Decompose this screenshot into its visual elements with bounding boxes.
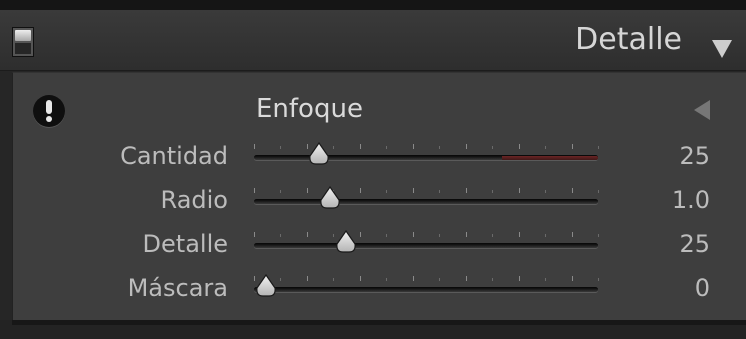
slider-value[interactable]: 0 xyxy=(695,266,710,310)
slider-label: Cantidad xyxy=(120,142,228,170)
slider-track[interactable] xyxy=(254,155,598,160)
slider-value[interactable]: 25 xyxy=(679,222,710,266)
slider-thumb[interactable] xyxy=(319,186,341,210)
triangle-down-icon[interactable] xyxy=(712,40,732,58)
slider-label: Detalle xyxy=(142,230,228,258)
slider-row-radio: Radio 1.0 xyxy=(0,178,746,222)
slider-ticks xyxy=(254,232,599,238)
slider-ticks xyxy=(254,276,599,282)
panel-bottom xyxy=(0,320,746,339)
panel-title[interactable]: Detalle xyxy=(575,22,682,57)
slider-value[interactable]: 1.0 xyxy=(672,178,710,222)
panel-solo-toggle-icon[interactable] xyxy=(12,27,34,57)
exclamation-circle-icon[interactable] xyxy=(33,95,65,127)
slider-warning-range xyxy=(501,156,598,160)
triangle-left-icon[interactable] xyxy=(694,100,710,120)
slider-track[interactable] xyxy=(254,199,598,204)
slider-thumb[interactable] xyxy=(308,142,330,166)
section-title[interactable]: Enfoque xyxy=(256,94,363,124)
slider-ticks xyxy=(254,144,599,150)
slider-track[interactable] xyxy=(254,287,598,292)
slider-thumb[interactable] xyxy=(335,230,357,254)
slider-thumb[interactable] xyxy=(255,274,277,298)
slider-value[interactable]: 25 xyxy=(679,134,710,178)
top-border xyxy=(0,0,746,10)
panel-header[interactable]: Detalle xyxy=(0,10,746,71)
slider-ticks xyxy=(254,188,599,194)
slider-track[interactable] xyxy=(254,243,598,248)
slider-row-cantidad: Cantidad 25 xyxy=(0,134,746,178)
slider-label: Radio xyxy=(160,186,228,214)
slider-label: Máscara xyxy=(127,274,228,302)
slider-row-detalle: Detalle 25 xyxy=(0,222,746,266)
slider-row-mascara: Máscara 0 xyxy=(0,266,746,310)
